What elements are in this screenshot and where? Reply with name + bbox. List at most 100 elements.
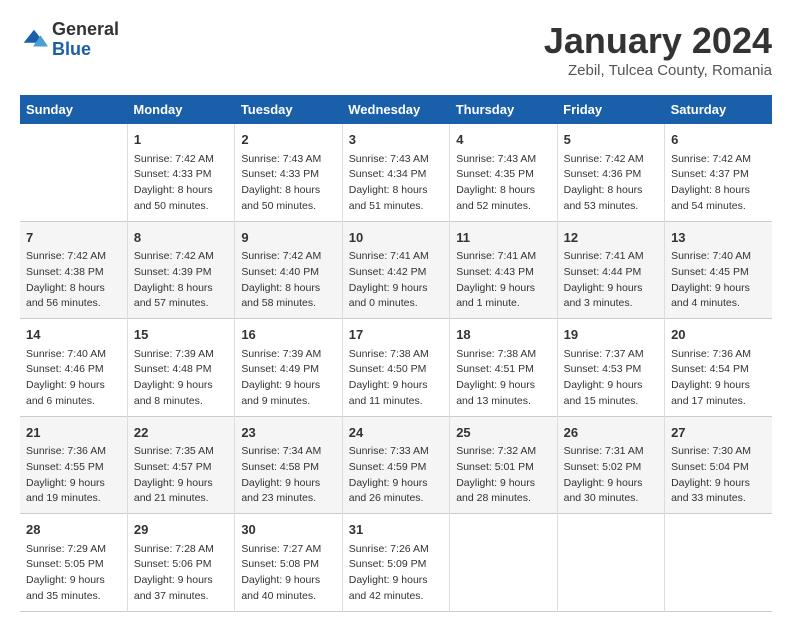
logo-text: General Blue xyxy=(52,20,119,60)
calendar-header: SundayMondayTuesdayWednesdayThursdayFrid… xyxy=(20,95,772,124)
day-cell: 14Sunrise: 7:40 AMSunset: 4:46 PMDayligh… xyxy=(20,319,127,417)
day-info: Sunrise: 7:40 AMSunset: 4:46 PMDaylight:… xyxy=(26,347,121,410)
day-info: Sunrise: 7:33 AMSunset: 4:59 PMDaylight:… xyxy=(349,444,443,507)
day-number: 16 xyxy=(241,325,335,345)
day-info: Sunrise: 7:42 AMSunset: 4:39 PMDaylight:… xyxy=(134,249,228,312)
day-cell: 7Sunrise: 7:42 AMSunset: 4:38 PMDaylight… xyxy=(20,221,127,319)
day-cell: 20Sunrise: 7:36 AMSunset: 4:54 PMDayligh… xyxy=(665,319,772,417)
day-cell: 11Sunrise: 7:41 AMSunset: 4:43 PMDayligh… xyxy=(450,221,557,319)
day-number: 31 xyxy=(349,520,443,540)
day-info: Sunrise: 7:41 AMSunset: 4:42 PMDaylight:… xyxy=(349,249,443,312)
day-number: 27 xyxy=(671,423,766,443)
day-number: 25 xyxy=(456,423,550,443)
day-cell: 23Sunrise: 7:34 AMSunset: 4:58 PMDayligh… xyxy=(235,416,342,514)
day-number: 22 xyxy=(134,423,228,443)
calendar-location: Zebil, Tulcea County, Romania xyxy=(544,62,772,79)
day-cell: 27Sunrise: 7:30 AMSunset: 5:04 PMDayligh… xyxy=(665,416,772,514)
day-cell: 12Sunrise: 7:41 AMSunset: 4:44 PMDayligh… xyxy=(557,221,664,319)
logo-general: General xyxy=(52,20,119,40)
day-number: 14 xyxy=(26,325,121,345)
day-info: Sunrise: 7:40 AMSunset: 4:45 PMDaylight:… xyxy=(671,249,766,312)
week-row-5: 28Sunrise: 7:29 AMSunset: 5:05 PMDayligh… xyxy=(20,514,772,612)
day-number: 18 xyxy=(456,325,550,345)
week-row-2: 7Sunrise: 7:42 AMSunset: 4:38 PMDaylight… xyxy=(20,221,772,319)
day-cell: 16Sunrise: 7:39 AMSunset: 4:49 PMDayligh… xyxy=(235,319,342,417)
day-cell xyxy=(450,514,557,612)
day-info: Sunrise: 7:36 AMSunset: 4:54 PMDaylight:… xyxy=(671,347,766,410)
day-info: Sunrise: 7:43 AMSunset: 4:33 PMDaylight:… xyxy=(241,152,335,215)
page-header: General Blue January 2024 Zebil, Tulcea … xyxy=(20,20,772,79)
day-info: Sunrise: 7:43 AMSunset: 4:35 PMDaylight:… xyxy=(456,152,550,215)
day-info: Sunrise: 7:32 AMSunset: 5:01 PMDaylight:… xyxy=(456,444,550,507)
day-info: Sunrise: 7:28 AMSunset: 5:06 PMDaylight:… xyxy=(134,542,228,605)
logo: General Blue xyxy=(20,20,119,60)
header-cell-tuesday: Tuesday xyxy=(235,95,342,124)
day-info: Sunrise: 7:35 AMSunset: 4:57 PMDaylight:… xyxy=(134,444,228,507)
day-info: Sunrise: 7:26 AMSunset: 5:09 PMDaylight:… xyxy=(349,542,443,605)
day-info: Sunrise: 7:41 AMSunset: 4:43 PMDaylight:… xyxy=(456,249,550,312)
day-number: 24 xyxy=(349,423,443,443)
day-number: 28 xyxy=(26,520,121,540)
day-cell: 22Sunrise: 7:35 AMSunset: 4:57 PMDayligh… xyxy=(127,416,234,514)
header-cell-wednesday: Wednesday xyxy=(342,95,449,124)
day-info: Sunrise: 7:30 AMSunset: 5:04 PMDaylight:… xyxy=(671,444,766,507)
day-cell xyxy=(665,514,772,612)
day-number: 20 xyxy=(671,325,766,345)
day-info: Sunrise: 7:42 AMSunset: 4:38 PMDaylight:… xyxy=(26,249,121,312)
day-info: Sunrise: 7:34 AMSunset: 4:58 PMDaylight:… xyxy=(241,444,335,507)
day-info: Sunrise: 7:42 AMSunset: 4:33 PMDaylight:… xyxy=(134,152,228,215)
day-cell: 26Sunrise: 7:31 AMSunset: 5:02 PMDayligh… xyxy=(557,416,664,514)
day-number: 6 xyxy=(671,130,766,150)
day-number: 1 xyxy=(134,130,228,150)
day-cell: 3Sunrise: 7:43 AMSunset: 4:34 PMDaylight… xyxy=(342,124,449,221)
day-number: 7 xyxy=(26,228,121,248)
day-number: 13 xyxy=(671,228,766,248)
day-cell: 2Sunrise: 7:43 AMSunset: 4:33 PMDaylight… xyxy=(235,124,342,221)
header-cell-sunday: Sunday xyxy=(20,95,127,124)
day-cell: 25Sunrise: 7:32 AMSunset: 5:01 PMDayligh… xyxy=(450,416,557,514)
header-row: SundayMondayTuesdayWednesdayThursdayFrid… xyxy=(20,95,772,124)
calendar-body: 1Sunrise: 7:42 AMSunset: 4:33 PMDaylight… xyxy=(20,124,772,611)
day-cell xyxy=(557,514,664,612)
day-number: 8 xyxy=(134,228,228,248)
day-cell: 4Sunrise: 7:43 AMSunset: 4:35 PMDaylight… xyxy=(450,124,557,221)
day-number: 12 xyxy=(564,228,658,248)
week-row-4: 21Sunrise: 7:36 AMSunset: 4:55 PMDayligh… xyxy=(20,416,772,514)
day-info: Sunrise: 7:39 AMSunset: 4:48 PMDaylight:… xyxy=(134,347,228,410)
day-info: Sunrise: 7:31 AMSunset: 5:02 PMDaylight:… xyxy=(564,444,658,507)
day-info: Sunrise: 7:36 AMSunset: 4:55 PMDaylight:… xyxy=(26,444,121,507)
day-info: Sunrise: 7:43 AMSunset: 4:34 PMDaylight:… xyxy=(349,152,443,215)
day-cell: 10Sunrise: 7:41 AMSunset: 4:42 PMDayligh… xyxy=(342,221,449,319)
day-number: 30 xyxy=(241,520,335,540)
day-cell: 19Sunrise: 7:37 AMSunset: 4:53 PMDayligh… xyxy=(557,319,664,417)
day-cell: 30Sunrise: 7:27 AMSunset: 5:08 PMDayligh… xyxy=(235,514,342,612)
day-number: 17 xyxy=(349,325,443,345)
header-cell-thursday: Thursday xyxy=(450,95,557,124)
day-cell: 9Sunrise: 7:42 AMSunset: 4:40 PMDaylight… xyxy=(235,221,342,319)
day-number: 11 xyxy=(456,228,550,248)
day-number: 21 xyxy=(26,423,121,443)
calendar-title: January 2024 xyxy=(544,20,772,62)
week-row-3: 14Sunrise: 7:40 AMSunset: 4:46 PMDayligh… xyxy=(20,319,772,417)
header-cell-monday: Monday xyxy=(127,95,234,124)
day-info: Sunrise: 7:38 AMSunset: 4:50 PMDaylight:… xyxy=(349,347,443,410)
day-info: Sunrise: 7:39 AMSunset: 4:49 PMDaylight:… xyxy=(241,347,335,410)
day-info: Sunrise: 7:29 AMSunset: 5:05 PMDaylight:… xyxy=(26,542,121,605)
day-cell: 17Sunrise: 7:38 AMSunset: 4:50 PMDayligh… xyxy=(342,319,449,417)
week-row-1: 1Sunrise: 7:42 AMSunset: 4:33 PMDaylight… xyxy=(20,124,772,221)
logo-blue: Blue xyxy=(52,40,119,60)
day-info: Sunrise: 7:38 AMSunset: 4:51 PMDaylight:… xyxy=(456,347,550,410)
day-number: 26 xyxy=(564,423,658,443)
day-cell: 29Sunrise: 7:28 AMSunset: 5:06 PMDayligh… xyxy=(127,514,234,612)
day-number: 3 xyxy=(349,130,443,150)
day-cell: 15Sunrise: 7:39 AMSunset: 4:48 PMDayligh… xyxy=(127,319,234,417)
day-info: Sunrise: 7:37 AMSunset: 4:53 PMDaylight:… xyxy=(564,347,658,410)
day-number: 19 xyxy=(564,325,658,345)
title-block: January 2024 Zebil, Tulcea County, Roman… xyxy=(544,20,772,79)
day-cell: 1Sunrise: 7:42 AMSunset: 4:33 PMDaylight… xyxy=(127,124,234,221)
day-number: 9 xyxy=(241,228,335,248)
header-cell-friday: Friday xyxy=(557,95,664,124)
day-number: 29 xyxy=(134,520,228,540)
day-info: Sunrise: 7:41 AMSunset: 4:44 PMDaylight:… xyxy=(564,249,658,312)
day-cell: 13Sunrise: 7:40 AMSunset: 4:45 PMDayligh… xyxy=(665,221,772,319)
